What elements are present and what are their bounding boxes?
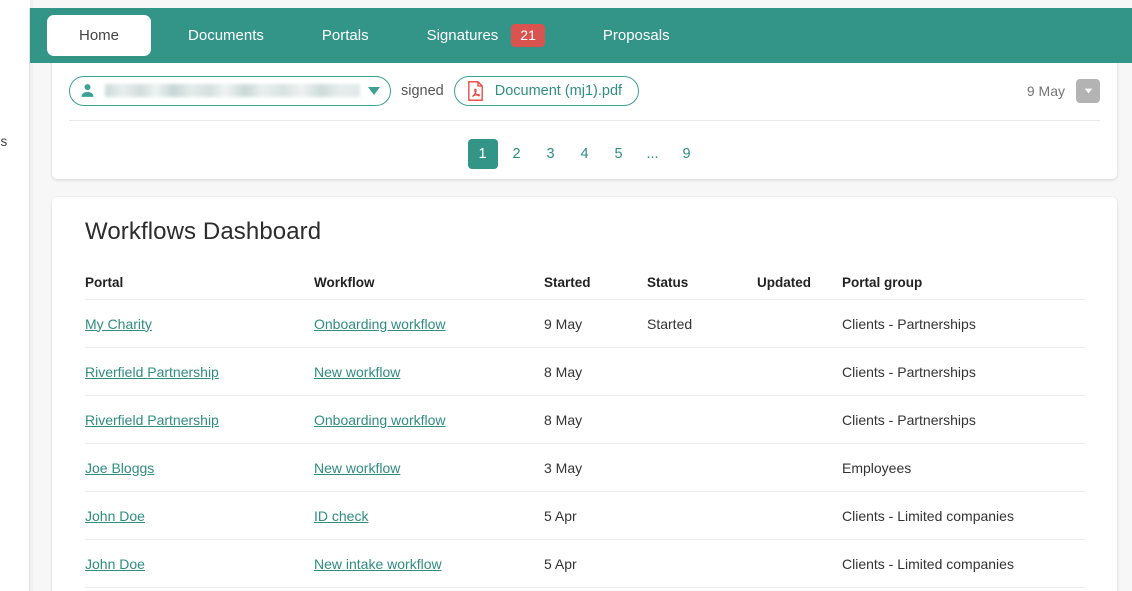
signer-name-redacted: [105, 84, 360, 97]
cell-workflow: New intake workflow: [314, 556, 544, 572]
nav-tab-portals[interactable]: Portals: [298, 15, 393, 56]
cell-workflow: Onboarding workflow: [314, 412, 544, 428]
page-title: Workflows Dashboard: [85, 218, 322, 245]
cell-portal: John Doe: [85, 556, 314, 572]
workflow-link[interactable]: New workflow: [314, 364, 400, 380]
table-row: John Doe ID check 5 Apr Clients - Limite…: [85, 492, 1085, 540]
page-ellipsis: ...: [646, 146, 659, 162]
signed-label: signed: [401, 82, 444, 99]
cell-started: 3 May: [544, 459, 583, 476]
cell-portal: My Charity: [85, 316, 314, 332]
workflow-link[interactable]: Onboarding workflow: [314, 316, 446, 332]
cell-started: 8 May: [544, 363, 583, 380]
nav-tab-documents[interactable]: Documents: [164, 15, 288, 56]
cell-portal: John Doe: [85, 508, 314, 524]
document-name: Document (mj1).pdf: [494, 82, 623, 99]
nav-tab-proposals-label: Proposals: [602, 27, 670, 44]
page-button-1[interactable]: 1: [467, 139, 498, 169]
column-header-portal-group: Portal group: [842, 274, 923, 290]
cell-workflow: New workflow: [314, 364, 544, 380]
cell-portal-group: Clients - Partnerships: [842, 411, 976, 428]
document-link-pill[interactable]: Document (mj1).pdf: [453, 75, 640, 106]
signature-card-divider: [69, 120, 1100, 121]
workflows-table: Portal Workflow Started Status Updated P…: [85, 265, 1085, 588]
table-row: John Doe New intake workflow 5 Apr Clien…: [85, 540, 1085, 588]
sidebar-item-label-truncated[interactable]: ces: [0, 134, 7, 149]
page-button-2[interactable]: 2: [502, 139, 532, 169]
column-header-portal: Portal: [85, 274, 124, 290]
nav-tab-home[interactable]: Home: [47, 15, 152, 56]
column-header-status: Status: [647, 274, 689, 290]
cell-workflow: Onboarding workflow: [314, 316, 544, 332]
cell-workflow: New workflow: [314, 460, 544, 476]
workflow-link[interactable]: New intake workflow: [314, 556, 442, 572]
workflow-link[interactable]: Onboarding workflow: [314, 412, 446, 428]
main-navigation-bar: Home Documents Portals Signatures 21 Pro…: [30, 8, 1132, 63]
cell-status: Started: [647, 315, 693, 332]
table-row: Joe Bloggs New workflow 3 May Employees: [85, 444, 1085, 492]
nav-tab-home-label: Home: [79, 27, 120, 44]
portal-link[interactable]: Riverfield Partnership: [85, 364, 219, 380]
cell-started: 5 Apr: [544, 555, 577, 572]
cell-started: 5 Apr: [544, 507, 577, 524]
cell-workflow: ID check: [314, 508, 544, 524]
cell-portal-group: Clients - Limited companies: [842, 555, 1014, 572]
portal-link[interactable]: My Charity: [85, 316, 152, 332]
pdf-file-icon: [467, 80, 484, 101]
nav-tab-documents-label: Documents: [188, 27, 264, 44]
sidebar-content-gap: [30, 0, 33, 591]
cell-portal: Riverfield Partnership: [85, 364, 314, 380]
column-header-updated: Updated: [757, 274, 811, 290]
table-header-row: Portal Workflow Started Status Updated P…: [85, 265, 1085, 300]
signature-activity-card: signed Document (mj1).pdf 9 May 1 2 3 4 …: [52, 55, 1117, 179]
nav-tab-portals-label: Portals: [321, 27, 369, 44]
cell-started: 9 May: [544, 315, 583, 332]
workflows-dashboard-card: Workflows Dashboard Portal Workflow Star…: [52, 197, 1117, 591]
person-icon: [79, 82, 96, 99]
page-button-4[interactable]: 4: [570, 139, 600, 169]
workflow-link[interactable]: ID check: [314, 508, 368, 524]
portal-link[interactable]: Riverfield Partnership: [85, 412, 219, 428]
cell-portal: Riverfield Partnership: [85, 412, 314, 428]
page-content: signed Document (mj1).pdf 9 May 1 2 3 4 …: [33, 55, 1132, 591]
expand-row-button[interactable]: [1076, 78, 1100, 103]
nav-tab-signatures-label: Signatures: [426, 27, 499, 44]
table-row: Riverfield Partnership New workflow 8 Ma…: [85, 348, 1085, 396]
page-button-3[interactable]: 3: [536, 139, 566, 169]
portal-link[interactable]: John Doe: [85, 508, 145, 524]
cell-started: 8 May: [544, 411, 583, 428]
table-row: My Charity Onboarding workflow 9 May Sta…: [85, 300, 1085, 348]
nav-tab-signatures[interactable]: Signatures 21: [403, 15, 569, 56]
portal-link[interactable]: John Doe: [85, 556, 145, 572]
pagination: 1 2 3 4 5 ... 9: [52, 130, 1117, 178]
sidebar-top-spacer: [0, 0, 30, 8]
signature-date: 9 May: [1026, 82, 1065, 99]
cell-portal-group: Clients - Partnerships: [842, 315, 976, 332]
signature-row: signed Document (mj1).pdf 9 May: [52, 63, 1117, 118]
left-sidebar-rail: ces: [0, 0, 30, 591]
signature-row-right: 9 May: [1026, 78, 1100, 103]
chevron-down-icon[interactable]: [368, 86, 380, 95]
cell-portal-group: Employees: [842, 459, 912, 476]
cell-portal-group: Clients - Partnerships: [842, 363, 976, 380]
column-header-started: Started: [544, 274, 591, 290]
page-button-9[interactable]: 9: [672, 139, 702, 169]
cell-portal: Joe Bloggs: [85, 460, 314, 476]
cell-portal-group: Clients - Limited companies: [842, 507, 1014, 524]
column-header-workflow: Workflow: [314, 274, 375, 290]
signer-selector[interactable]: [69, 75, 391, 106]
portal-link[interactable]: Joe Bloggs: [85, 460, 154, 476]
workflow-link[interactable]: New workflow: [314, 460, 400, 476]
nav-tab-proposals[interactable]: Proposals: [579, 15, 694, 56]
table-row: Riverfield Partnership Onboarding workfl…: [85, 396, 1085, 444]
page-button-5[interactable]: 5: [604, 139, 634, 169]
signatures-count-badge: 21: [511, 24, 545, 47]
